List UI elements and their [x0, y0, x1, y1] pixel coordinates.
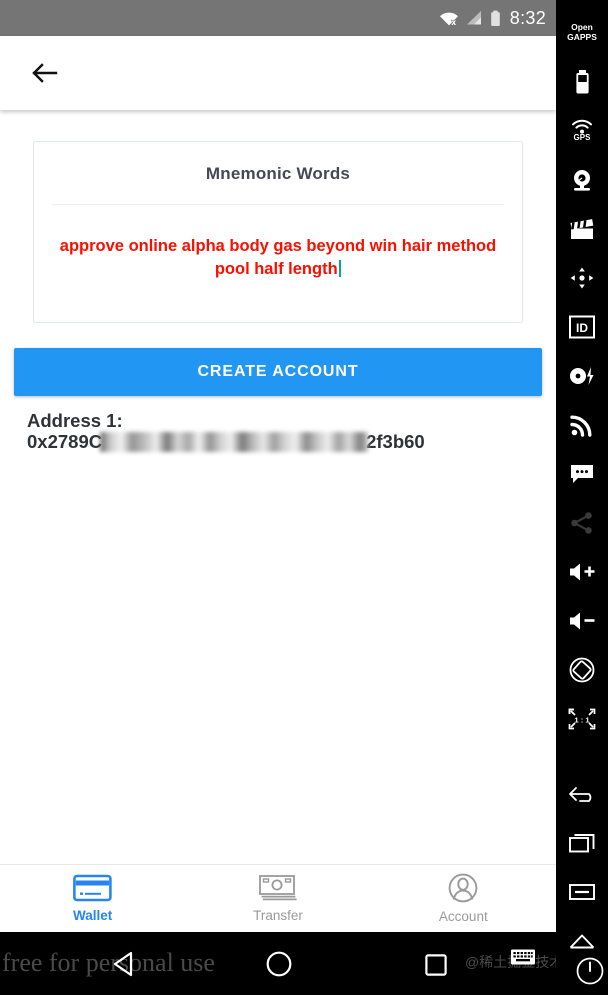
address-prefix: 0x2789C — [27, 430, 103, 452]
webcam-icon — [574, 169, 590, 191]
sidebar-webcam[interactable] — [556, 155, 608, 204]
circle-home-icon — [266, 951, 292, 977]
sidebar-id[interactable]: ID — [556, 302, 608, 351]
svg-text:ID: ID — [576, 321, 588, 335]
sidebar-back[interactable] — [556, 769, 608, 818]
sidebar-recents[interactable] — [556, 818, 608, 867]
sidebar-volume-down[interactable] — [556, 596, 608, 645]
app-toolbar — [0, 36, 556, 110]
screen-root: x x 8:32 Mnemonic Words approve online a… — [0, 0, 608, 995]
sidebar-share[interactable] — [556, 498, 608, 547]
sidebar-battery[interactable] — [556, 57, 608, 106]
sidebar-rotate[interactable] — [556, 645, 608, 694]
cell-signal-icon — [466, 10, 483, 26]
menu-icon — [569, 883, 595, 900]
square-recents-icon — [425, 954, 447, 976]
keyboard-icon — [511, 949, 535, 965]
person-circle-icon — [448, 873, 478, 903]
arrow-left-icon — [32, 63, 58, 83]
nav-label-wallet: Wallet — [73, 908, 113, 923]
nav-item-account[interactable]: Account — [371, 873, 556, 924]
chat-bubble-icon — [571, 464, 593, 483]
id-icon: ID — [569, 315, 595, 338]
recents-icon — [569, 833, 595, 852]
triangle-back-icon — [113, 951, 133, 977]
battery-icon — [490, 10, 501, 27]
scale-one-to-one-icon: 1 : 1 — [568, 708, 596, 729]
system-home-button[interactable] — [259, 947, 299, 981]
power-button[interactable] — [573, 954, 607, 988]
sidebar-rss[interactable] — [556, 400, 608, 449]
sidebar-snapshot[interactable] — [556, 351, 608, 400]
nav-label-account: Account — [438, 909, 488, 924]
card-divider — [52, 204, 504, 205]
sidebar-chat[interactable] — [556, 449, 608, 498]
nav-item-wallet[interactable]: Wallet — [0, 874, 185, 923]
sidebar-screen-record[interactable] — [556, 204, 608, 253]
svg-text:x: x — [451, 18, 456, 26]
sidebar-dpad[interactable] — [556, 253, 608, 302]
sidebar-menu[interactable] — [556, 867, 608, 916]
home-icon — [569, 934, 595, 948]
emulator-device-screen: x x 8:32 Mnemonic Words approve online a… — [0, 0, 591, 995]
sidebar-scale-1-1[interactable]: 1 : 1 — [556, 694, 608, 743]
battery-icon — [575, 69, 589, 93]
status-bar: x x 8:32 — [0, 0, 556, 36]
keyboard-toggle-button[interactable] — [509, 946, 537, 968]
share-icon — [571, 511, 592, 534]
address-suffix: 2f3b60 — [366, 430, 425, 452]
rotate-icon — [569, 657, 595, 682]
nav-label-transfer: Transfer — [253, 908, 303, 923]
volume-up-icon — [570, 563, 595, 580]
sidebar-volume-up[interactable] — [556, 547, 608, 596]
wifi-no-internet-icon: x x — [439, 10, 459, 26]
create-account-button[interactable]: CREATE ACCOUNT — [14, 347, 542, 396]
gps-label: GPS — [573, 133, 591, 142]
dpad-icon — [570, 267, 594, 288]
rss-icon — [570, 415, 592, 437]
toolbar-back-button[interactable] — [24, 53, 64, 93]
gps-icon — [572, 119, 592, 134]
bottom-navigation-bar: Wallet Transfer Account — [0, 864, 556, 932]
sidebar-open-gapps[interactable]: Open GAPPS — [556, 8, 608, 57]
system-back-button[interactable] — [104, 946, 144, 982]
emulator-sidebar: Open GAPPS GPS ID 1: 1 — [556, 0, 608, 995]
credit-card-icon — [73, 874, 112, 902]
power-icon — [576, 957, 604, 985]
address-label: Address 1: — [27, 409, 123, 431]
volume-down-icon — [570, 612, 595, 629]
system-recents-button[interactable] — [418, 949, 454, 981]
nav-item-transfer[interactable]: Transfer — [185, 874, 370, 923]
address-value: 0x2789C 2f3b60 — [27, 430, 542, 453]
address-redacted-blur — [100, 431, 369, 452]
banknote-icon — [259, 875, 297, 901]
clapperboard-icon — [570, 218, 594, 239]
mnemonic-card-title: Mnemonic Words — [205, 164, 351, 183]
android-system-nav-bar: free for personal use @稀土掘金技术社区 — [0, 932, 591, 995]
main-content: Mnemonic Words approve online alpha body… — [0, 110, 556, 864]
mnemonic-words-field[interactable]: approve online alpha body gas beyond win… — [54, 235, 502, 296]
status-bar-clock: 8:32 — [509, 7, 546, 28]
back-arrow-icon — [569, 786, 592, 802]
open-gapps-icon: Open GAPPS — [567, 22, 597, 42]
address-block: Address 1: 0x2789C 2f3b60 — [14, 409, 542, 453]
disc-flash-icon — [570, 366, 594, 385]
mnemonic-card: Mnemonic Words approve online alpha body… — [33, 141, 523, 323]
scale-label: 1 : 1 — [574, 715, 590, 724]
mnemonic-words-text: approve online alpha body gas beyond win… — [59, 237, 497, 279]
text-caret — [338, 260, 342, 278]
sidebar-gps[interactable]: GPS — [556, 106, 608, 155]
